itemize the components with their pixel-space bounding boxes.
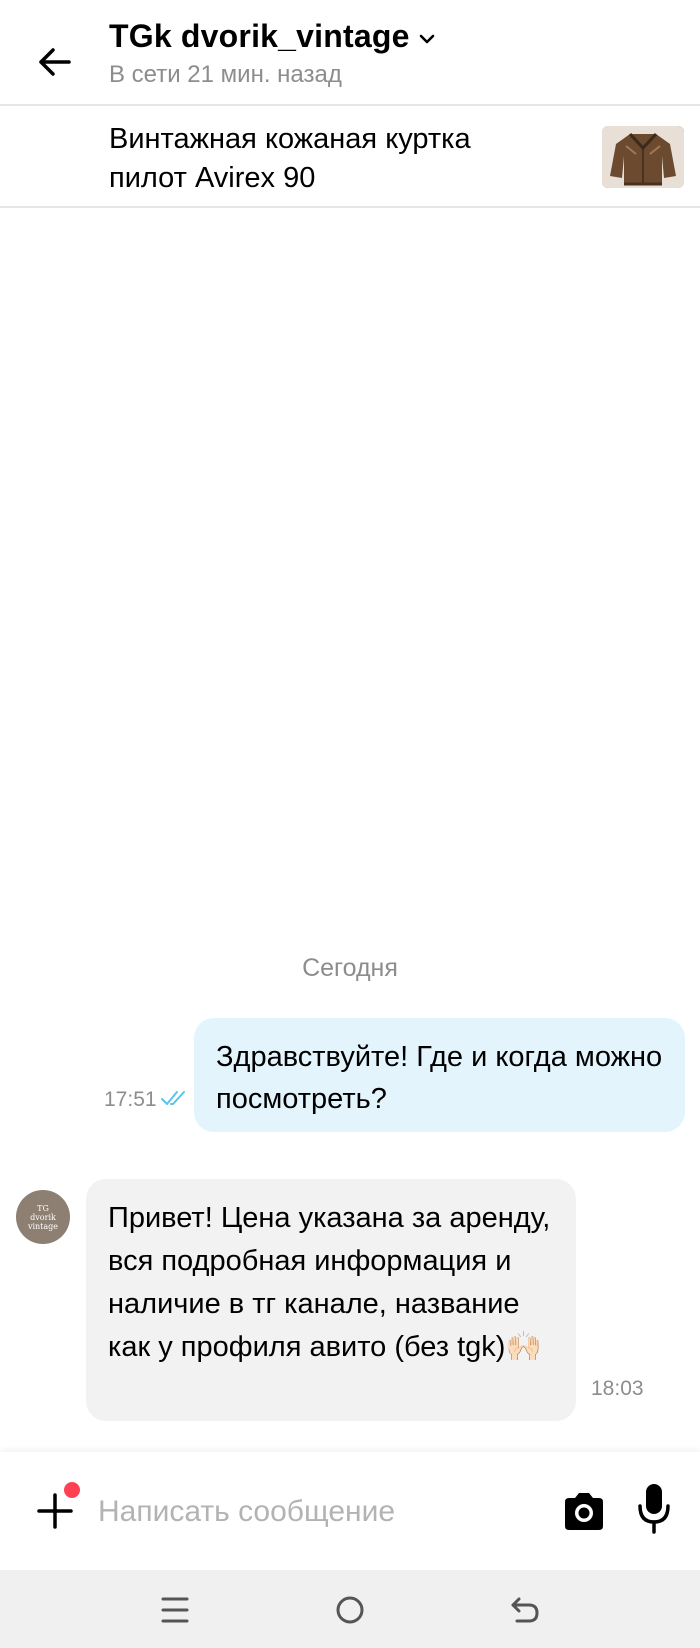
- avatar-line-1: TG: [37, 1203, 49, 1213]
- chat-title: TGk dvorik_vintage: [109, 18, 410, 54]
- chevron-down-icon: [419, 34, 434, 43]
- message-composer: [0, 1452, 700, 1570]
- avatar[interactable]: TG dvorik vintage: [16, 1190, 70, 1244]
- back-icon[interactable]: [505, 1590, 545, 1630]
- microphone-icon[interactable]: [634, 1482, 674, 1536]
- jacket-image: [602, 126, 684, 188]
- listing-title: Винтажная кожаная куртка пилот Avirex 90: [109, 123, 471, 194]
- outgoing-message-time: 17:51: [104, 1088, 157, 1111]
- incoming-message-bubble[interactable]: Привет! Цена указана за аренду, вся подр…: [86, 1179, 576, 1421]
- chat-title-block[interactable]: TGk dvorik_vintage В сети 21 мин. назад: [109, 18, 436, 89]
- outgoing-message-text: Здравствуйте! Где и когда можно посмотре…: [216, 1041, 663, 1115]
- avatar-line-2: dvorik: [30, 1212, 56, 1222]
- back-button[interactable]: [28, 36, 80, 88]
- message-input[interactable]: [96, 1486, 540, 1538]
- camera-icon[interactable]: [561, 1490, 607, 1532]
- chat-header: TGk dvorik_vintage В сети 21 мин. назад: [0, 0, 700, 106]
- system-nav-bar: [0, 1570, 700, 1648]
- avatar-line-3: vintage: [27, 1221, 59, 1231]
- outgoing-message-bubble[interactable]: Здравствуйте! Где и когда можно посмотре…: [194, 1018, 685, 1132]
- online-status: В сети 21 мин. назад: [109, 61, 342, 88]
- home-icon[interactable]: [330, 1590, 370, 1630]
- incoming-message-time: 18:03: [591, 1377, 644, 1400]
- double-check-icon: [161, 1091, 185, 1105]
- listing-thumbnail: [602, 126, 684, 188]
- listing-bar[interactable]: Винтажная кожаная куртка пилот Avirex 90: [0, 106, 700, 208]
- notification-dot: [64, 1482, 80, 1498]
- menu-icon[interactable]: [155, 1590, 195, 1630]
- incoming-message-text: Привет! Цена указана за аренду, вся подр…: [108, 1202, 551, 1363]
- date-separator: Сегодня: [302, 954, 398, 982]
- back-arrow-icon: [39, 48, 71, 76]
